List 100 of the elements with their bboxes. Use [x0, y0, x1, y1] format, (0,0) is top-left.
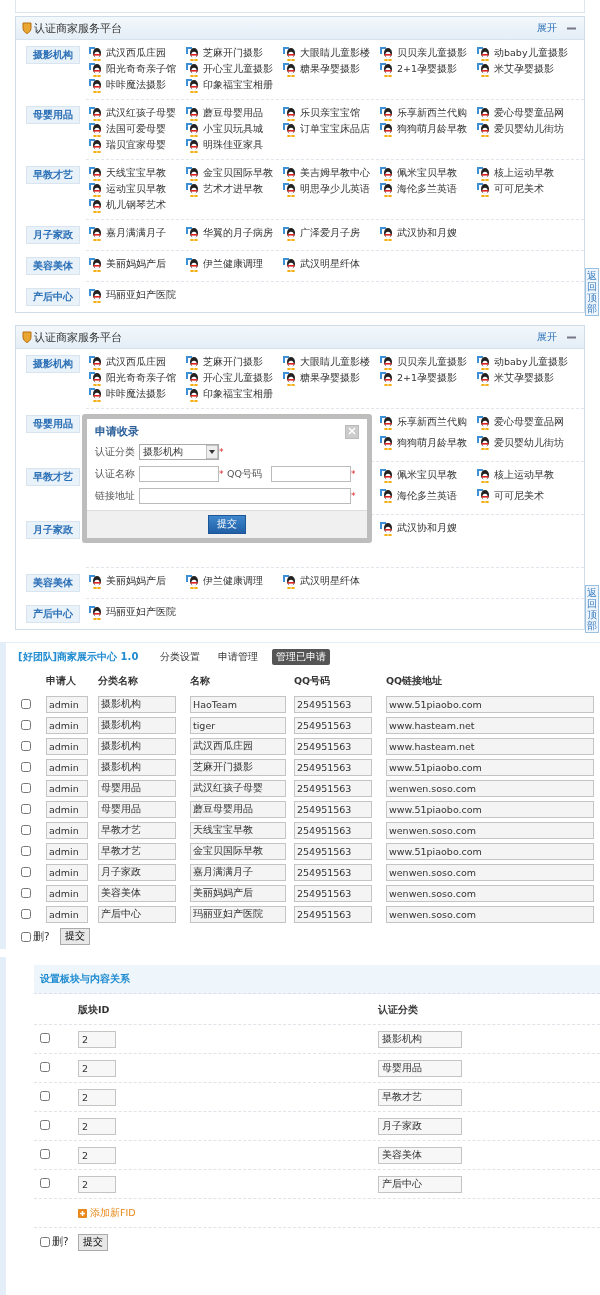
text-field[interactable]: 254951563 [294, 696, 372, 713]
text-field[interactable]: 产后中心 [378, 1175, 462, 1193]
text-field[interactable]: 天线宝宝早教 [190, 822, 286, 839]
merchant-link[interactable]: 海伦多兰英语 [380, 182, 477, 197]
checkbox[interactable] [21, 740, 31, 751]
text-field[interactable]: 254951563 [294, 738, 372, 755]
merchant-link[interactable]: 糖果孕婴摄影 [283, 62, 380, 77]
merchant-link[interactable]: 美丽妈妈产后 [89, 574, 186, 589]
tab[interactable]: 管理已申请 [272, 649, 331, 665]
tab[interactable]: 分类设置 [156, 649, 205, 665]
merchant-link[interactable]: 伊兰健康调理 [186, 257, 283, 272]
merchant-link[interactable]: 狗狗萌月龄早教 [380, 435, 477, 451]
text-field[interactable]: 254951563 [294, 759, 372, 776]
merchant-link[interactable]: 机儿钢琴艺术 [89, 198, 186, 213]
merchant-link[interactable]: 武汉西瓜庄园 [89, 46, 186, 61]
checkbox[interactable] [21, 698, 31, 709]
checkbox[interactable] [21, 803, 31, 814]
checkbox[interactable] [21, 782, 31, 793]
merchant-link[interactable]: 玛丽亚妇产医院 [89, 288, 186, 303]
merchant-link[interactable]: 武汉红孩子母婴 [89, 106, 186, 121]
text-field[interactable]: www.51piaobo.com [386, 801, 594, 818]
merchant-link[interactable]: 大眼睛儿童影楼 [283, 46, 380, 61]
merchant-link[interactable]: 爱贝婴幼儿街坊 [477, 435, 574, 451]
merchant-link[interactable]: 海伦多兰英语 [380, 488, 477, 504]
text-field[interactable]: admin [46, 843, 88, 860]
merchant-link[interactable]: 法国可爱母婴 [89, 122, 186, 137]
checkbox[interactable] [21, 866, 31, 877]
checkbox[interactable] [40, 1237, 50, 1247]
checkbox[interactable] [21, 719, 31, 730]
merchant-link[interactable]: 米艾孕婴摄影 [477, 371, 574, 386]
merchant-link[interactable]: 开心宝儿童摄影 [186, 62, 283, 77]
merchant-link[interactable]: 贝贝亲儿童摄影 [380, 46, 477, 61]
text-field[interactable]: wenwen.soso.com [386, 780, 594, 797]
text-field[interactable]: wenwen.soso.com [386, 864, 594, 881]
text-field[interactable]: 嘉月满满月子 [190, 864, 286, 881]
text-field[interactable]: 2 [78, 1030, 116, 1048]
text-field[interactable]: 摄影机构 [98, 717, 176, 734]
merchant-link[interactable]: 运动宝贝早教 [89, 182, 186, 197]
merchant-link[interactable]: 艺术才进早教 [186, 182, 283, 197]
text-field[interactable]: admin [46, 759, 88, 776]
merchant-link[interactable]: 咔咔魔法摄影 [89, 387, 186, 402]
merchant-link[interactable]: 乐贝亲宝宝馆 [283, 106, 380, 121]
merchant-link[interactable]: 武汉协和月嫂 [380, 226, 477, 241]
merchant-link[interactable]: 乐享新西兰代购 [380, 106, 477, 121]
text-field[interactable]: tiger [190, 717, 286, 734]
text-field[interactable]: 254951563 [294, 843, 372, 860]
text-field[interactable]: 254951563 [294, 801, 372, 818]
input-field[interactable] [271, 466, 351, 482]
merchant-link[interactable]: 贝贝亲儿童摄影 [380, 355, 477, 370]
text-field[interactable]: 产后中心 [98, 906, 176, 923]
text-field[interactable]: 月子家政 [98, 864, 176, 881]
text-field[interactable]: 摄影机构 [98, 759, 176, 776]
merchant-link[interactable]: 可可尼美术 [477, 182, 574, 197]
merchant-link[interactable]: 小宝贝玩具城 [186, 122, 283, 137]
merchant-link[interactable]: 嘉月满满月子 [89, 226, 186, 241]
merchant-link[interactable]: 爱心母婴童品网 [477, 415, 574, 430]
checkbox[interactable] [21, 908, 31, 919]
expand-link[interactable]: 展开 [537, 330, 557, 344]
text-field[interactable]: 美容美体 [378, 1146, 462, 1164]
text-field[interactable]: 母婴用品 [98, 801, 176, 818]
text-field[interactable]: 玛丽亚妇产医院 [190, 906, 286, 923]
merchant-link[interactable]: 天线宝宝早教 [89, 166, 186, 181]
text-field[interactable]: 254951563 [294, 885, 372, 902]
merchant-link[interactable]: 阳光奇奇亲子馆 [89, 62, 186, 77]
text-field[interactable]: admin [46, 780, 88, 797]
text-field[interactable]: 母婴用品 [378, 1059, 462, 1077]
merchant-link[interactable]: 动baby儿童摄影 [477, 355, 574, 370]
text-field[interactable]: 美容美体 [98, 885, 176, 902]
input-field[interactable] [139, 466, 219, 482]
text-field[interactable]: admin [46, 906, 88, 923]
text-field[interactable]: 母婴用品 [98, 780, 176, 797]
back-to-top-button[interactable]: 返回顶部 [585, 585, 599, 633]
text-field[interactable]: 254951563 [294, 864, 372, 881]
text-field[interactable]: 254951563 [294, 906, 372, 923]
checkbox[interactable] [40, 1149, 50, 1159]
text-field[interactable]: 2 [78, 1117, 116, 1135]
merchant-link[interactable]: 糖果孕婴摄影 [283, 371, 380, 386]
text-field[interactable]: www.hasteam.net [386, 738, 594, 755]
checkbox[interactable] [21, 761, 31, 772]
merchant-link[interactable]: 明思孕少儿英语 [283, 182, 380, 197]
merchant-link[interactable]: 蘑豆母婴用品 [186, 106, 283, 121]
merchant-link[interactable]: 米艾孕婴摄影 [477, 62, 574, 77]
merchant-link[interactable]: 乐享新西兰代购 [380, 415, 477, 430]
merchant-link[interactable]: 开心宝儿童摄影 [186, 371, 283, 386]
merchant-link[interactable]: 武汉明星纤体 [283, 257, 380, 272]
text-field[interactable]: HaoTeam [190, 696, 286, 713]
merchant-link[interactable]: 核上运动早教 [477, 166, 574, 181]
text-field[interactable]: admin [46, 885, 88, 902]
merchant-link[interactable]: 芝麻开门摄影 [186, 355, 283, 370]
collapse-icon[interactable] [567, 26, 576, 30]
checkbox[interactable] [21, 824, 31, 835]
submit-button[interactable]: 提交 [59, 928, 90, 945]
submit-button[interactable]: 提交 [78, 1233, 108, 1251]
text-field[interactable]: www.51piaobo.com [386, 759, 594, 776]
text-field[interactable]: 芝麻开门摄影 [190, 759, 286, 776]
category-select[interactable]: 摄影机构 [139, 444, 219, 460]
text-field[interactable]: 2 [78, 1175, 116, 1193]
text-field[interactable]: admin [46, 822, 88, 839]
text-field[interactable]: 金宝贝国际早教 [190, 843, 286, 860]
text-field[interactable]: admin [46, 801, 88, 818]
